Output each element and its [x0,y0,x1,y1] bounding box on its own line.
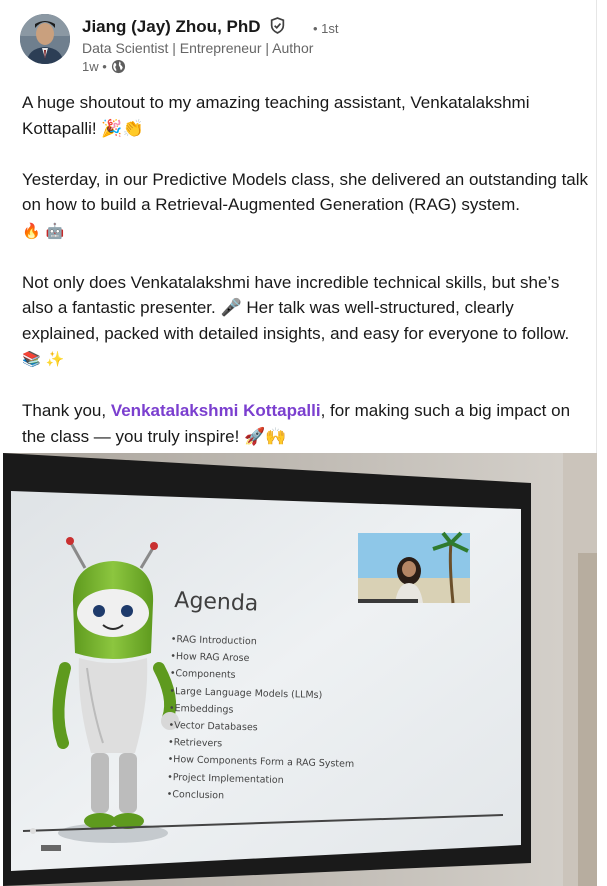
post-body: A huge shoutout to my amazing teaching a… [22,90,592,475]
author-name-text[interactable]: Jiang (Jay) Zhou, PhD [82,17,261,36]
slide-agenda-list: •RAG Introduction •How RAG Arose •Compon… [166,631,357,808]
slide-title: Agenda [173,588,259,617]
mention-link[interactable]: Venkatalakshmi Kottapalli [111,401,321,420]
verified-badge-icon [269,17,286,39]
post-time: 1w • [82,59,107,74]
post-paragraph-2: Yesterday, in our Predictive Models clas… [22,167,592,245]
post-paragraph-4-before: Thank you, [22,401,111,420]
author-headline: Data Scientist | Entrepreneur | Author [82,40,314,56]
post-image[interactable]: Agenda •RAG Introduction •How RAG Arose … [3,453,597,886]
post-paragraph-2-text: Yesterday, in our Predictive Models clas… [22,169,589,215]
author-avatar[interactable] [20,14,70,64]
post-paragraph-3: Not only does Venkatalakshmi have incred… [22,270,592,373]
post-paragraph-1: A huge shoutout to my amazing teaching a… [22,93,530,138]
post-paragraph-4: Thank you, Venkatalakshmi Kottapalli, fo… [22,398,592,449]
post-card: Jiang (Jay) Zhou, PhD • 1st Data Scienti… [0,0,597,886]
globe-icon [111,59,126,74]
connection-degree: • 1st [313,21,339,36]
post-paragraph-3-text: Not only does Venkatalakshmi have incred… [22,272,570,343]
post-meta: 1w • [82,59,126,74]
author-name[interactable]: Jiang (Jay) Zhou, PhD [82,17,286,39]
books-sparkles-emoji: 📚 ✨ [22,350,65,368]
post-header: Jiang (Jay) Zhou, PhD • 1st Data Scienti… [20,14,580,80]
fire-robot-emoji: 🔥 🤖 [22,221,65,240]
